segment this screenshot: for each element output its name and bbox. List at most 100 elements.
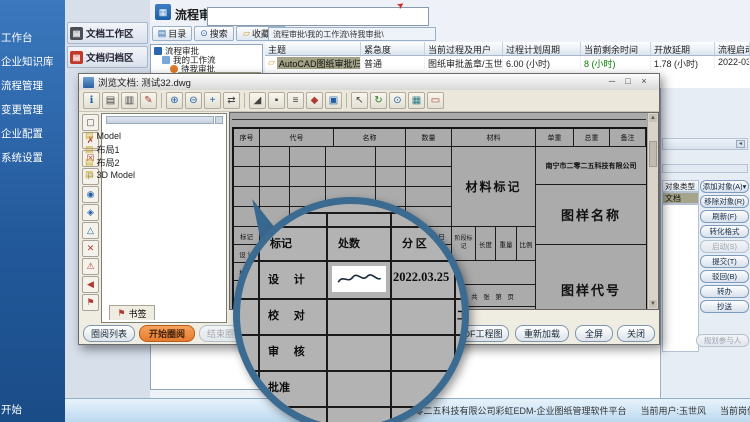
sidebar-item-workbench[interactable]: 工作台: [1, 30, 65, 45]
stamp-warning-icon[interactable]: ⚠: [82, 258, 99, 275]
grid-icon[interactable]: ▦: [408, 92, 425, 109]
stamp-mark-icon[interactable]: ◈: [82, 204, 99, 221]
panel-collapse-icon[interactable]: ◂: [736, 140, 745, 148]
tb-header-name: 名称: [334, 129, 406, 147]
col-plan-period[interactable]: 过程计划周期: [503, 42, 581, 55]
sidebar-item-config[interactable]: 企业配置: [1, 126, 65, 141]
tb-header-qty: 数量: [406, 129, 452, 147]
col-remaining[interactable]: 当前剩余时间: [581, 42, 651, 55]
refresh-button[interactable]: 刷新(F): [700, 210, 749, 223]
sidebar-item-knowledge[interactable]: 企业知识库: [1, 54, 65, 69]
pan-icon[interactable]: ⇄: [223, 92, 240, 109]
current-post: 当前岗位:文件岗位: [720, 404, 750, 417]
mag-craft-cut: 工: [457, 307, 468, 323]
stamp-seal-icon[interactable]: ◉: [82, 186, 99, 203]
mag-rev-count: 处数: [338, 235, 360, 251]
mag-rev-zone: 分 区: [402, 235, 427, 251]
fill-mode-icon[interactable]: ◢: [249, 92, 266, 109]
point-mode-icon[interactable]: ▪: [268, 92, 285, 109]
bookmark-tab[interactable]: ⚑ 书签: [109, 305, 155, 320]
workflow-node-icon: [154, 47, 162, 55]
pen-icon[interactable]: ✎: [140, 92, 157, 109]
col-process-user[interactable]: 当前过程及用户: [425, 42, 503, 55]
sidebar-item-change[interactable]: 变更管理: [1, 102, 65, 117]
doc-workspace-button[interactable]: ▤ 文档工作区: [67, 22, 148, 44]
quick-search-input[interactable]: [207, 7, 429, 26]
rotate-icon[interactable]: ↻: [370, 92, 387, 109]
signature-scribble: [335, 271, 383, 287]
review-list-button[interactable]: 圈阅列表: [83, 325, 135, 342]
toolbar-separator: [244, 93, 245, 108]
col-subject[interactable]: 主题: [265, 42, 361, 55]
submit-button[interactable]: 提交(T): [700, 255, 749, 268]
layer-colors-icon[interactable]: ◆: [306, 92, 323, 109]
stamp-delete-icon[interactable]: ✕: [82, 240, 99, 257]
pending-node-icon: [170, 65, 178, 73]
doc-archive-button[interactable]: ▤ 文档归档区: [67, 46, 148, 68]
row-plan-period: 6.00 (小时): [503, 56, 581, 69]
search-icon: ⊙: [200, 28, 208, 39]
print-icon[interactable]: ▥: [121, 92, 138, 109]
tree-panel-toggle-icon[interactable]: [215, 116, 223, 124]
layout-item-2[interactable]: ▤ 布局2: [85, 156, 120, 169]
table-row[interactable]: ▱ AutoCAD图纸审批归档流程 普通 图纸审批盖章/玉世风 6.00 (小时…: [265, 56, 750, 69]
sidebar-item-workflow[interactable]: 流程管理: [1, 78, 65, 93]
minimize-button[interactable]: ─: [605, 76, 619, 87]
tb-drawing-name: 图样名称: [536, 185, 646, 245]
layout-item-3d[interactable]: ▤ 3D Model: [85, 169, 135, 180]
tb-company-name: 南宁市二零二五科技有限公司: [536, 147, 646, 185]
viewport-icon[interactable]: ▣: [325, 92, 342, 109]
drawing-vertical-scrollbar[interactable]: ▲ ▼: [647, 113, 658, 309]
tb-header-remark: 备注: [610, 129, 646, 147]
remove-object-button[interactable]: 移除对象(R): [700, 195, 749, 208]
reload-button[interactable]: 重新加载: [515, 325, 569, 342]
doc-workspace-icon: ▤: [70, 27, 83, 40]
find-icon[interactable]: ⊙: [389, 92, 406, 109]
cc-button[interactable]: 抄送: [700, 300, 749, 313]
scroll-down-icon[interactable]: ▼: [649, 300, 657, 308]
stamp-bookmark-icon[interactable]: ⚑: [82, 294, 99, 311]
sidebar-item-system[interactable]: 系统设置: [1, 150, 65, 165]
zoom-in-icon[interactable]: ⊕: [166, 92, 183, 109]
stamp-triangle-icon[interactable]: △: [82, 222, 99, 239]
reject-button[interactable]: 驳回(B): [700, 270, 749, 283]
view-box-icon[interactable]: ▭: [427, 92, 444, 109]
tb-material-mark: 材料标记: [452, 147, 535, 227]
start-review-button[interactable]: 开始圈阅: [139, 325, 195, 342]
breadcrumb[interactable]: 流程审批\我的工作流\待我审批\: [268, 27, 436, 41]
layout-item-model[interactable]: ▤ Model: [85, 130, 121, 141]
col-delay[interactable]: 开放延期: [651, 42, 715, 55]
tab-search[interactable]: ⊙ 搜索: [194, 26, 234, 41]
fullscreen-button[interactable]: 全屏: [575, 325, 613, 342]
dialog-title-bar[interactable]: 浏览文档: 测试32.dwg: [79, 74, 659, 91]
scrollbar-thumb[interactable]: [649, 141, 657, 167]
layers-icon[interactable]: ≡: [287, 92, 304, 109]
stamp-arrow-icon[interactable]: ◀: [82, 276, 99, 293]
layout-2-label: 布局2: [97, 156, 120, 169]
view-image-icon[interactable]: ▤: [102, 92, 119, 109]
tree-scrollbar[interactable]: [106, 116, 214, 124]
maximize-button[interactable]: □: [621, 76, 635, 87]
transfer-button[interactable]: 转办: [700, 285, 749, 298]
tab-catalog[interactable]: ▤ 目录: [152, 26, 192, 41]
col-urgency[interactable]: 紧急度: [361, 42, 425, 55]
close-button[interactable]: 关闭: [617, 325, 655, 342]
object-type-header[interactable]: 对象类型: [662, 180, 699, 192]
start-button[interactable]: 开始: [1, 402, 65, 417]
tb-header-total-wt: 总重: [574, 129, 610, 147]
add-object-button[interactable]: 添加对象(A) ▾: [700, 180, 749, 193]
select-icon[interactable]: ↖: [351, 92, 368, 109]
viewer-toolbar: ℹ ▤ ▥ ✎ ⊕ ⊖ + ⇄ ◢ ▪ ≡ ◆ ▣ ↖ ↻ ⊙ ▦ ▭: [79, 90, 659, 112]
object-row-document[interactable]: 文档: [662, 192, 699, 204]
info-icon[interactable]: ℹ: [83, 92, 100, 109]
col-start-time[interactable]: 流程启动时间: [715, 42, 750, 55]
stamp-blank-icon[interactable]: ▢: [82, 114, 99, 131]
fit-window-icon[interactable]: +: [204, 92, 221, 109]
scroll-up-icon[interactable]: ▲: [649, 114, 657, 122]
layout-model-label: Model: [97, 131, 122, 141]
convert-format-button[interactable]: 转化格式: [700, 225, 749, 238]
layout-item-1[interactable]: ▤ 布局1: [85, 143, 120, 156]
zoom-out-icon[interactable]: ⊖: [185, 92, 202, 109]
add-object-label: 添加对象(A): [703, 181, 743, 192]
close-window-button[interactable]: ×: [637, 76, 651, 87]
